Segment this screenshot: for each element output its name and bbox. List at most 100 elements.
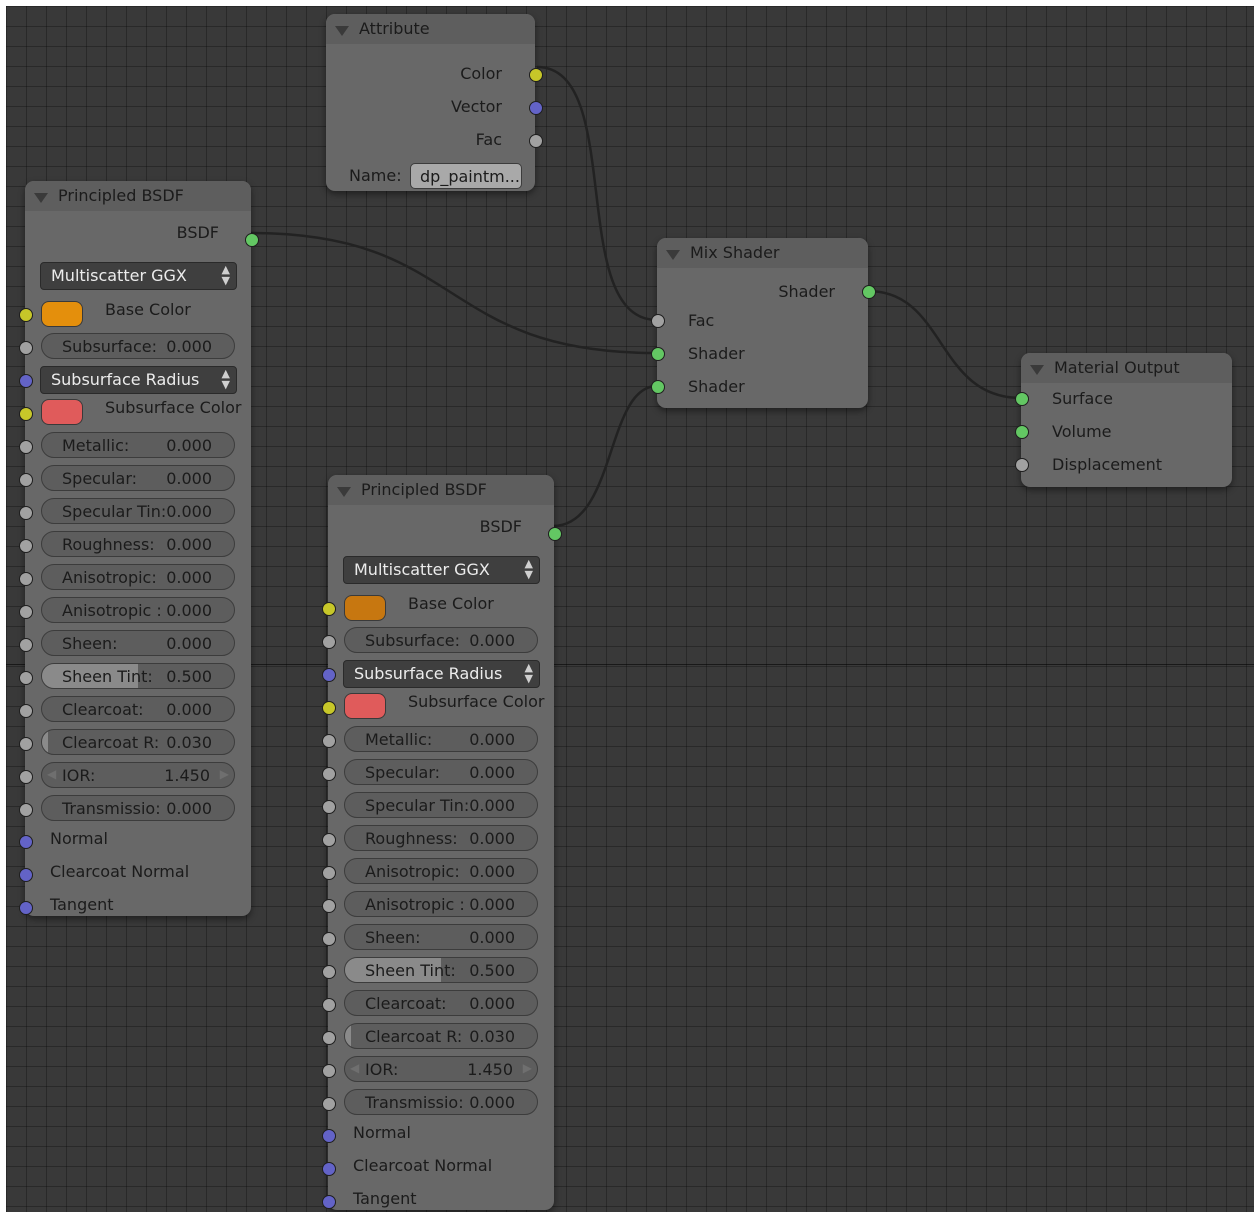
anisotropic-field[interactable]: Anisotropic: 0.000: [41, 564, 235, 590]
subsurface-color-swatch[interactable]: [344, 693, 386, 719]
input-shader-2-socket[interactable]: [651, 380, 665, 394]
input-clearcoat-roughness-socket[interactable]: [19, 737, 33, 751]
decrement-arrow-icon[interactable]: ◀: [47, 767, 56, 781]
input-subsurface-color-socket[interactable]: [19, 407, 33, 421]
input-specular-tint-socket[interactable]: [322, 800, 336, 814]
roughness-field[interactable]: Roughness: 0.000: [344, 825, 538, 851]
anisotropic-rotation-field[interactable]: Anisotropic :0.000: [41, 597, 235, 623]
input-anisotropic-socket[interactable]: [322, 866, 336, 880]
material-output-node[interactable]: Material Output Surface Volume Displacem…: [1015, 353, 1232, 487]
output-bsdf-socket[interactable]: [245, 233, 259, 247]
input-tangent-socket[interactable]: [322, 1195, 336, 1209]
transmission-field[interactable]: Transmissio: 0.000: [344, 1089, 538, 1115]
mix-shader-node[interactable]: Mix Shader Shader Fac Shader Shader: [651, 238, 876, 408]
input-base-color-socket[interactable]: [322, 602, 336, 616]
output-bsdf-socket[interactable]: [548, 527, 562, 541]
decrement-arrow-icon[interactable]: ◀: [350, 1061, 359, 1075]
node-header[interactable]: Principled BSDF: [328, 475, 554, 505]
specular-tint-field[interactable]: Specular Tin: 0.000: [344, 792, 538, 818]
subsurface-radius-dropdown[interactable]: Subsurface Radius ▲ ▼: [40, 366, 237, 394]
input-base-color-socket[interactable]: [19, 308, 33, 322]
subsurface-color-swatch[interactable]: [41, 399, 83, 425]
clearcoat-roughness-field[interactable]: Clearcoat R: 0.030: [344, 1023, 538, 1049]
input-anisotropic-rotation-socket[interactable]: [322, 899, 336, 913]
input-clearcoat-normal-socket[interactable]: [322, 1162, 336, 1176]
name-field[interactable]: dp_paintm...: [410, 163, 522, 189]
input-clearcoat-socket[interactable]: [322, 998, 336, 1012]
roughness-field[interactable]: Roughness: 0.000: [41, 531, 235, 557]
node-header[interactable]: Attribute: [326, 14, 535, 44]
input-subsurface-color-socket[interactable]: [322, 701, 336, 715]
principled-bsdf-node-1[interactable]: Principled BSDF BSDF Multiscatter GGX ▲ ▼ Bas…: [19, 181, 259, 916]
input-ior-socket[interactable]: [19, 770, 33, 784]
collapse-triangle-icon[interactable]: [337, 487, 351, 497]
input-transmission-socket[interactable]: [19, 803, 33, 817]
metallic-field[interactable]: Metallic: 0.000: [41, 432, 235, 458]
input-surface-socket[interactable]: [1015, 392, 1029, 406]
input-subsurface-socket[interactable]: [322, 635, 336, 649]
input-subsurface-radius-socket[interactable]: [322, 668, 336, 682]
attribute-node[interactable]: Attribute Color Vector Fac Name: dp_pain…: [326, 14, 543, 191]
input-subsurface-radius-socket[interactable]: [19, 374, 33, 388]
node-header[interactable]: Mix Shader: [657, 238, 868, 268]
anisotropic-rotation-field[interactable]: Anisotropic :0.000: [344, 891, 538, 917]
collapse-triangle-icon[interactable]: [34, 193, 48, 203]
input-specular-socket[interactable]: [322, 767, 336, 781]
base-color-swatch[interactable]: [41, 301, 83, 327]
output-color-socket[interactable]: [529, 68, 543, 82]
input-anisotropic-socket[interactable]: [19, 572, 33, 586]
ior-field[interactable]: ◀ ▶ IOR: 1.450: [41, 762, 235, 788]
distribution-dropdown[interactable]: Multiscatter GGX ▲ ▼: [343, 556, 540, 584]
input-ior-socket[interactable]: [322, 1064, 336, 1078]
output-shader-socket[interactable]: [862, 285, 876, 299]
input-clearcoat-normal-socket[interactable]: [19, 868, 33, 882]
subsurface-field[interactable]: Subsurface: 0.000: [344, 627, 538, 653]
clearcoat-roughness-field[interactable]: Clearcoat R: 0.030: [41, 729, 235, 755]
output-vector-socket[interactable]: [529, 101, 543, 115]
output-fac-socket[interactable]: [529, 134, 543, 148]
input-roughness-socket[interactable]: [322, 833, 336, 847]
input-sheen-tint-socket[interactable]: [19, 671, 33, 685]
input-transmission-socket[interactable]: [322, 1097, 336, 1111]
input-metallic-socket[interactable]: [322, 734, 336, 748]
specular-field[interactable]: Specular: 0.000: [344, 759, 538, 785]
collapse-triangle-icon[interactable]: [1030, 365, 1044, 375]
input-clearcoat-socket[interactable]: [19, 704, 33, 718]
subsurface-radius-dropdown[interactable]: Subsurface Radius ▲ ▼: [343, 660, 540, 688]
specular-tint-field[interactable]: Specular Tin: 0.000: [41, 498, 235, 524]
node-header[interactable]: Material Output: [1021, 353, 1232, 383]
base-color-swatch[interactable]: [344, 595, 386, 621]
sheen-field[interactable]: Sheen: 0.000: [344, 924, 538, 950]
input-metallic-socket[interactable]: [19, 440, 33, 454]
distribution-dropdown[interactable]: Multiscatter GGX ▲ ▼: [40, 262, 237, 290]
collapse-triangle-icon[interactable]: [335, 26, 349, 36]
input-sheen-tint-socket[interactable]: [322, 965, 336, 979]
input-shader-1-socket[interactable]: [651, 347, 665, 361]
input-normal-socket[interactable]: [19, 835, 33, 849]
input-roughness-socket[interactable]: [19, 539, 33, 553]
subsurface-field[interactable]: Subsurface: 0.000: [41, 333, 235, 359]
ior-field[interactable]: ◀ ▶ IOR: 1.450: [344, 1056, 538, 1082]
input-tangent-socket[interactable]: [19, 901, 33, 915]
input-anisotropic-rotation-socket[interactable]: [19, 605, 33, 619]
sheen-tint-field[interactable]: Sheen Tint: 0.500: [41, 663, 235, 689]
input-normal-socket[interactable]: [322, 1129, 336, 1143]
input-clearcoat-roughness-socket[interactable]: [322, 1031, 336, 1045]
input-displacement-socket[interactable]: [1015, 458, 1029, 472]
increment-arrow-icon[interactable]: ▶: [220, 767, 229, 781]
node-header[interactable]: Principled BSDF: [25, 181, 251, 211]
input-fac-socket[interactable]: [651, 314, 665, 328]
anisotropic-field[interactable]: Anisotropic: 0.000: [344, 858, 538, 884]
clearcoat-field[interactable]: Clearcoat: 0.000: [41, 696, 235, 722]
input-specular-tint-socket[interactable]: [19, 506, 33, 520]
sheen-field[interactable]: Sheen: 0.000: [41, 630, 235, 656]
sheen-tint-field[interactable]: Sheen Tint: 0.500: [344, 957, 538, 983]
collapse-triangle-icon[interactable]: [666, 250, 680, 260]
increment-arrow-icon[interactable]: ▶: [523, 1061, 532, 1075]
clearcoat-field[interactable]: Clearcoat: 0.000: [344, 990, 538, 1016]
specular-field[interactable]: Specular: 0.000: [41, 465, 235, 491]
principled-bsdf-node-2[interactable]: Principled BSDF BSDF Multiscatter GGX ▲ ▼ Bas…: [322, 475, 562, 1210]
transmission-field[interactable]: Transmissio: 0.000: [41, 795, 235, 821]
input-sheen-socket[interactable]: [19, 638, 33, 652]
node-editor[interactable]: Attribute Color Vector Fac Name: dp_pain…: [6, 6, 1254, 1212]
